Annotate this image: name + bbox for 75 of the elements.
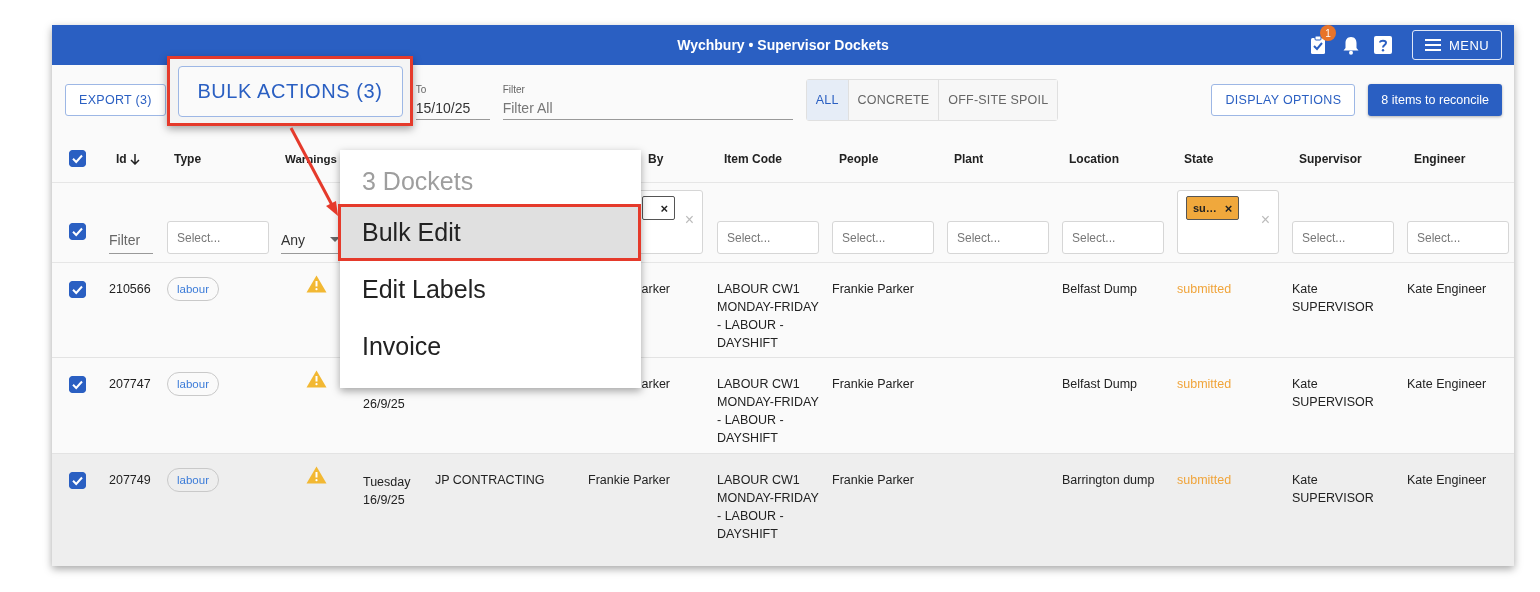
help-icon[interactable] [1374,36,1393,54]
table-cell: Kate SUPERVISOR [1292,282,1374,314]
bulk-actions-button[interactable]: BULK ACTIONS (3) [177,65,403,117]
table-cell: Kate Engineer [1407,282,1487,296]
menu-item[interactable]: Edit Labels [340,261,641,318]
notification-badge: 1 [1320,25,1337,41]
checkbox[interactable] [69,376,86,393]
table-cell: Frankie Parker [832,282,914,296]
table-cell: Kate Engineer [1407,473,1487,487]
menu-header: 3 Dockets [361,165,475,197]
table-cell: 210566 [109,282,151,296]
checkbox[interactable] [69,281,86,298]
filter-field[interactable]: Filter All [502,95,793,120]
field-label: Filter [502,84,526,95]
checkbox[interactable] [69,150,86,167]
state-chip: su… × [1186,196,1240,220]
id-filter-field[interactable]: Filter [109,227,153,254]
select-field[interactable]: Select... [947,221,1049,254]
column-header[interactable]: Plant [954,151,984,166]
filter-tab[interactable]: OFF-SITE SPOIL [938,80,1058,120]
table-cell-text: arker [640,281,670,298]
state-select-field[interactable]: su… × × [1177,190,1279,254]
table-cell: Barrington dump [1062,473,1155,487]
select-field[interactable]: Select... [167,221,269,254]
chip-remove-button[interactable]: × [660,200,668,216]
chip-remove-button[interactable]: × [1224,200,1233,216]
status-text: submitted [1177,282,1232,296]
menu-item[interactable]: Bulk Edit [338,204,641,261]
table-cell-text: Frankie Parker [587,472,670,489]
window-title: Wychbury • Supervisor Dockets [677,37,889,53]
column-header[interactable]: By [648,151,664,166]
export-button[interactable]: EXPORT (3) [65,84,166,116]
table-cell: Kate SUPERVISOR [1292,377,1374,409]
select-field[interactable]: Select... [717,221,819,254]
column-header[interactable]: Engineer [1414,151,1466,166]
to-date-field[interactable]: 15/10/25 [415,95,490,120]
column-header[interactable]: Type [174,151,202,166]
select-field[interactable]: Select... [832,221,934,254]
display-options-button[interactable]: DISPLAY OPTIONS [1211,84,1356,116]
table-cell: Belfast Dump [1062,282,1138,296]
table-cell-text: 26/9/25 [363,396,406,413]
column-header[interactable]: Supervisor [1299,151,1362,166]
clipboard-check-icon[interactable] [1310,35,1327,55]
table-cell: LABOUR CW1 MONDAY-FRIDAY - LABOUR - DAYSHIFT [717,282,819,350]
table-cell: LABOUR CW1 MONDAY-FRIDAY - LABOUR - DAYSHIFT [717,473,819,541]
column-header[interactable]: State [1184,151,1214,166]
menu-icon [1425,39,1442,51]
table-cell-text: arker [640,376,670,393]
table-row[interactable]: 207749 labour Tuesday 16/9/25 JP CONTRACTING Frankie Parker LABOUR CW1 MONDAY-FRIDAY - LABOUR - DAYSHIFT Frankie Parker Barrington dump submitted Kate SUPERVISOR Kate Engineer [52,454,1514,566]
column-header[interactable]: Location [1069,151,1119,166]
table-cell: 207747 [109,377,151,391]
select-field[interactable]: Select... [1062,221,1164,254]
checkbox[interactable] [69,223,86,240]
bell-icon[interactable] [1342,35,1361,55]
select-field[interactable]: Select... [1407,221,1509,254]
table-cell: Frankie Parker [832,377,914,391]
column-header[interactable]: Id [116,151,127,166]
table-cell: Kate SUPERVISOR [1292,473,1374,505]
filter-tab[interactable]: ALL [806,80,848,120]
column-header[interactable]: People [839,151,879,166]
table-cell: 207749 [109,473,151,487]
select-field[interactable]: Select... [1292,221,1394,254]
table-cell-text: Tuesday 16/9/25 [363,474,412,509]
table-cell: LABOUR CW1 MONDAY-FRIDAY - LABOUR - DAYSHIFT [717,377,819,445]
field-label: To [415,84,428,95]
status-text: submitted [1177,377,1232,391]
table-cell: Kate Engineer [1407,377,1487,391]
checkbox[interactable] [69,472,86,489]
status-text: submitted [1177,473,1232,487]
table-cell: Belfast Dump [1062,377,1138,391]
menu-button[interactable]: MENU [1412,30,1502,60]
reconcile-button[interactable]: 8 items to reconcile [1368,84,1502,116]
table-cell: Frankie Parker [832,473,914,487]
table-cell: JP CONTRACTING [435,473,545,487]
column-header[interactable]: Item Code [724,151,782,166]
